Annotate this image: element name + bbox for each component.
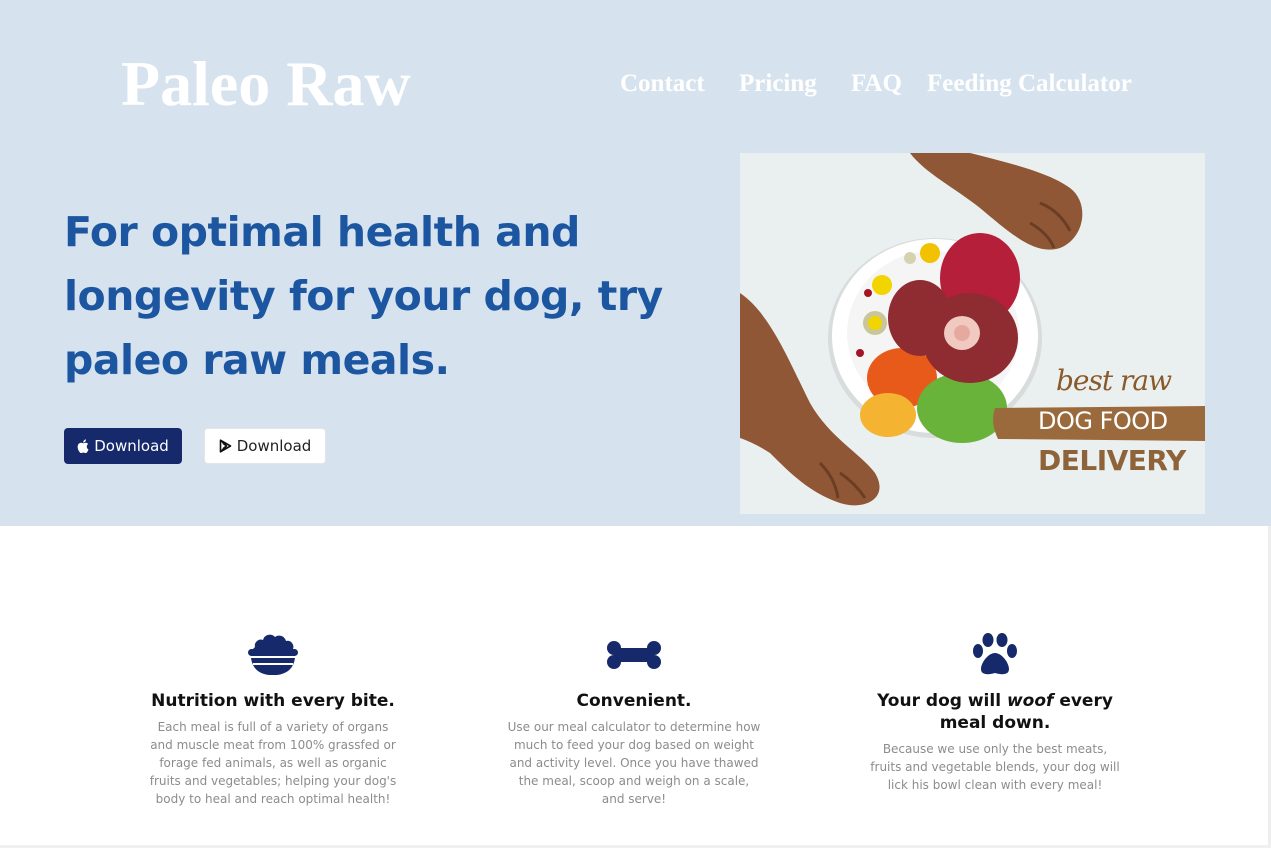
paw-icon [845, 630, 1145, 680]
promo-best-raw: best raw [1056, 364, 1172, 397]
app-store-download-button[interactable]: Download [64, 428, 182, 464]
feature-convenient-title: Convenient. [576, 691, 692, 711]
dog-bowl-icon [123, 630, 423, 680]
app-store-download-label: Download [94, 437, 169, 455]
feature-nutrition-text: Each meal is full of a variety of organs… [149, 720, 397, 806]
nav-faq[interactable]: FAQ [851, 68, 902, 100]
dog-food-bowl-image: best raw DOG FOOD DELIVERY [740, 153, 1205, 514]
google-play-icon [219, 439, 232, 453]
feature-convenient: Convenient. Use our meal calculator to d… [484, 630, 784, 808]
feature-convenient-text: Use our meal calculator to determine how… [507, 720, 761, 806]
feature-woof-title-emphasis: woof [1006, 691, 1054, 711]
hero-headline: For optimal health and longevity for you… [64, 208, 663, 384]
nav-pricing[interactable]: Pricing [739, 68, 817, 100]
feature-nutrition-title: Nutrition with every bite. [151, 691, 395, 711]
bone-icon [484, 630, 784, 680]
promo-dog-food: DOG FOOD [1038, 407, 1168, 435]
apple-icon [77, 439, 89, 453]
feature-woof-text: Because we use only the best meats, frui… [870, 742, 1120, 792]
feature-woof: Your dog will woof every meal down. Beca… [845, 630, 1145, 794]
google-play-download-label: Download [236, 437, 312, 455]
feature-nutrition: Nutrition with every bite. Each meal is … [123, 630, 423, 808]
site-logo[interactable]: Paleo Raw [121, 46, 411, 122]
google-play-download-button[interactable]: Download [204, 428, 326, 464]
feature-woof-title: Your dog will woof every meal down. [845, 690, 1145, 734]
feature-woof-title-start: Your dog will [877, 691, 1007, 711]
nav-feeding-calculator[interactable]: Feeding Calculator [927, 68, 1132, 100]
hero-section: Paleo Raw Contact Pricing FAQ Feeding Ca… [0, 0, 1271, 526]
promo-delivery: DELIVERY [1038, 444, 1186, 477]
nav-contact[interactable]: Contact [620, 68, 705, 100]
